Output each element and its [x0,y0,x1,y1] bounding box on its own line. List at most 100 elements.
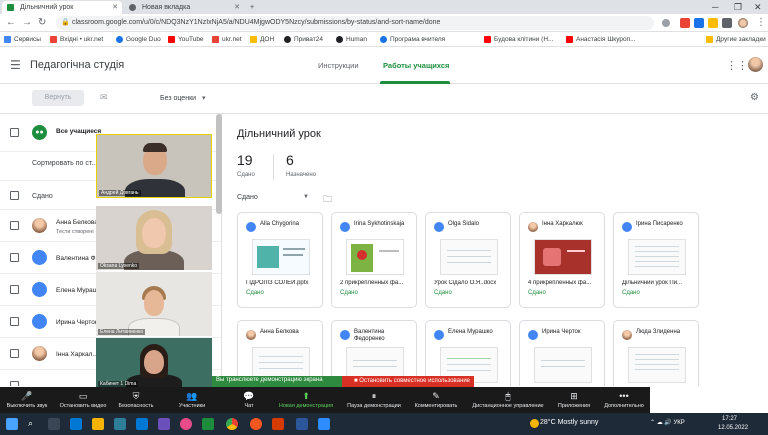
zoom-icon[interactable] [318,418,330,430]
status-filter[interactable]: Сдано [237,194,258,201]
class-title[interactable]: Педагогічна студія [30,59,124,71]
bookmark-item[interactable]: Анастасія Шкуроп... [566,35,636,44]
more-button[interactable]: ••• Дополнительно [600,387,648,413]
browser-menu-icon[interactable]: ⋮ [756,16,766,30]
bookmark-item[interactable]: Вхідні • ukr.net [50,35,103,44]
search-icon[interactable]: ⌕ [28,418,40,430]
video-tile[interactable]: Oksana Lysenko [96,206,212,270]
powerpoint-icon[interactable] [272,418,284,430]
remote-control-button[interactable]: 🖱 Дистанционное управление [466,387,550,413]
other-bookmarks[interactable]: Другие закладки [706,35,766,44]
language-indicator[interactable]: УКР [674,420,685,426]
bookmark-item[interactable]: Google Duo [116,35,161,44]
file-name[interactable]: Дільничний урок Пи... [622,280,696,286]
submission-card[interactable]: Irina Sykhotinskaja 2 прикрепленных фа..… [331,212,417,308]
clock-date[interactable]: 12.05.2022 [718,425,748,431]
reload-icon[interactable]: ↻ [38,16,46,30]
bookmark-item[interactable]: Human [336,35,367,44]
file-explorer-icon[interactable] [92,418,104,430]
browser-tab-classroom[interactable]: Дільничний урок ✕ [2,1,122,14]
share-page-icon[interactable] [662,19,670,27]
chevron-down-icon[interactable]: ▼ [303,194,309,200]
weather-widget[interactable]: 28°C Mostly sunny [540,419,598,426]
participants-button[interactable]: 👥 Участники [172,387,212,413]
gear-icon[interactable]: ⚙ [750,92,759,103]
close-tab-icon[interactable]: ✕ [112,1,118,14]
store-icon[interactable] [114,418,126,430]
checkbox[interactable] [10,253,19,262]
google-apps-icon[interactable]: ⋮⋮ [726,59,748,72]
checkbox[interactable] [10,191,19,200]
checkbox[interactable] [10,349,19,358]
sort-select[interactable]: Сортировать по ст... [32,160,97,167]
url-field[interactable]: 🔒 classroom.google.com/u/0/c/NDQ3NzY1NzI… [56,16,654,30]
extension-icon[interactable] [680,18,690,28]
mail-icon[interactable]: ✉ [100,92,108,103]
bookmark-item[interactable]: Будова клітини (Н... [484,35,553,44]
hamburger-menu-icon[interactable]: ☰ [10,58,21,72]
clock-time[interactable]: 17:27 [722,416,737,422]
app-icon[interactable] [202,418,214,430]
bookmark-item[interactable]: ДОН [250,35,274,44]
app-icon[interactable] [158,418,170,430]
file-name[interactable]: 4 прикрепленных фа... [528,280,602,286]
return-button[interactable]: Вернуть [32,90,84,106]
bookmark-item[interactable]: YouTube [168,35,204,44]
minimize-icon[interactable]: ─ [712,0,718,14]
video-tile[interactable]: Елена Литвиненко [96,272,212,336]
bookmark-item[interactable]: Приват24 [284,35,323,44]
pause-share-button[interactable]: ⏸ Пауза демонстрации [342,387,406,413]
tab-student-work[interactable]: Работы учащихся [383,61,449,70]
checkbox[interactable] [10,128,19,137]
task-view-icon[interactable] [48,418,60,430]
submission-card[interactable]: Alla Chygorina ГІДРОЛІЗ СОЛЕЙ.pptx Сдано [237,212,323,308]
new-tab-button[interactable]: + [246,1,258,14]
annotate-button[interactable]: ✎ Комментировать [408,387,464,413]
browser-tab-new[interactable]: Новая вкладка ✕ [124,1,244,14]
avatar[interactable] [748,57,763,72]
scrollbar[interactable] [216,114,222,214]
submission-card[interactable]: Інна Харкалюк 4 прикрепленных фа... Сдан… [519,212,605,308]
bookmark-item[interactable]: Сервисы [4,35,41,44]
checkbox[interactable] [10,317,19,326]
edge-icon[interactable] [70,418,82,430]
video-tile[interactable]: Кабинет 1 Dima [96,338,212,388]
folder-icon[interactable]: 🗀 [323,192,332,208]
stop-share-button[interactable]: ■ Остановить совместное использование [342,376,474,387]
checkbox[interactable] [10,381,19,386]
checkbox[interactable] [10,221,19,230]
extensions-puzzle-icon[interactable] [722,18,732,28]
stop-video-button[interactable]: ▭ Остановить видео [54,387,112,413]
checkbox[interactable] [10,285,19,294]
submission-card[interactable]: Люда Злиденна [613,320,699,386]
extension-icon[interactable] [708,18,718,28]
restore-icon[interactable]: ❐ [734,0,742,14]
extension-icon[interactable] [694,18,704,28]
stat-turned-in-count[interactable]: 19 [237,152,253,168]
stat-assigned-count[interactable]: 6 [286,152,294,168]
submission-card[interactable]: Ирина Черток [519,320,605,386]
file-name[interactable]: Урок Сідало О.Я..docx [434,280,508,286]
mail-icon[interactable] [136,418,148,430]
new-share-button[interactable]: ⬆ Новая демонстрация [272,387,340,413]
security-button[interactable]: ⛨ Безопасность [114,387,158,413]
grade-select[interactable]: Без оценки ▾ [160,94,206,102]
file-name[interactable]: ГІДРОЛІЗ СОЛЕЙ.pptx [246,280,320,286]
close-tab-icon[interactable]: ✕ [234,1,240,14]
windows-start-icon[interactable] [6,418,18,430]
app-icon[interactable] [180,418,192,430]
app-icon[interactable] [250,418,262,430]
chrome-icon[interactable] [226,418,238,430]
back-icon[interactable]: ← [6,16,16,30]
profile-avatar-icon[interactable] [738,18,748,28]
system-tray[interactable]: ⌃ ☁ 🔊 УКР [650,419,685,426]
chat-button[interactable]: 💬 Чат [236,387,262,413]
submission-card[interactable]: Olga Sidalo Урок Сідало О.Я..docx Сдано [425,212,511,308]
bookmark-item[interactable]: Програма вчителя [380,35,445,44]
submission-card[interactable]: Ірина Писаренко Дільничний урок Пи... Сд… [613,212,699,308]
apps-button[interactable]: ⊞ Приложения [554,387,594,413]
video-tile[interactable]: Андрей Довгань [96,134,212,198]
file-name[interactable]: 2 прикрепленных фа... [340,280,414,286]
close-window-icon[interactable]: ✕ [754,0,762,14]
tab-instructions[interactable]: Инструкции [318,61,359,70]
